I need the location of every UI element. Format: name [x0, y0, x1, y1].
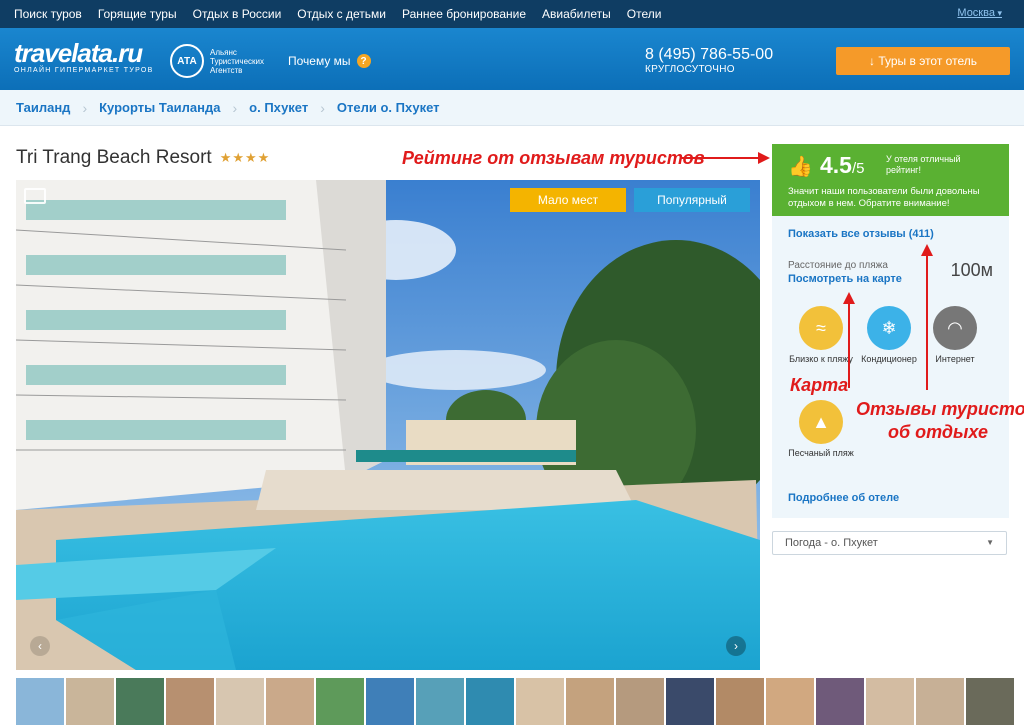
tours-to-hotel-button[interactable]: ↓ Туры в этот отель — [836, 47, 1010, 75]
nav-with-kids[interactable]: Отдых с детьми — [297, 7, 386, 21]
few-places-badge: Мало мест — [510, 188, 626, 212]
weather-select-label: Погода - о. Пхукет — [785, 537, 878, 549]
wifi-icon: ◠ — [933, 306, 977, 350]
annotation-arrow-map — [843, 292, 855, 388]
thumbnail[interactable] — [466, 678, 514, 725]
hotel-info-panel: Показать все отзывы (411) Расстояние до … — [772, 216, 1009, 518]
ata-logo: АТА Альянс Туристических Агентств — [170, 44, 272, 78]
annotation-arrow-rating — [680, 152, 770, 164]
thumbnail[interactable] — [366, 678, 414, 725]
rating-box: 👍 4.5/5 У отеля отличный рейтинг! Значит… — [772, 144, 1009, 216]
thumbnail[interactable] — [916, 678, 964, 725]
weather-select[interactable]: Погода - о. Пхукет ▼ — [772, 531, 1007, 555]
annotation-rating-text: Рейтинг от отзывам туристов — [402, 148, 705, 168]
nav-russia[interactable]: Отдых в России — [193, 7, 282, 21]
rating-value: 4.5 — [820, 152, 852, 178]
ata-circle: АТА — [170, 44, 204, 78]
phone-block: 8 (495) 786-55-00 КРУГЛОСУТОЧНО — [645, 46, 773, 75]
thumbnail[interactable] — [16, 678, 64, 725]
hotel-name: Tri Trang Beach Resort — [16, 147, 212, 168]
thumbnail[interactable] — [66, 678, 114, 725]
hotel-photo-gallery[interactable]: Мало мест Популярный ‹ › — [16, 180, 760, 670]
feature-sand-beach: ▲ Песчаный пляж — [786, 400, 856, 458]
nav-tour-search[interactable]: Поиск туров — [14, 7, 82, 21]
nav-flights[interactable]: Авиабилеты — [542, 7, 611, 21]
logo-name: travelata.ru — [14, 38, 143, 68]
beach-distance-label: Расстояние до пляжа — [788, 260, 888, 271]
chevron-right-icon: › — [320, 99, 325, 116]
thumbnail[interactable] — [766, 678, 814, 725]
fullscreen-icon[interactable] — [24, 188, 46, 204]
page-title: Tri Trang Beach Resort ★★★★ — [16, 147, 270, 169]
logo[interactable]: travelata.ru ОНЛАЙН ГИПЕРМАРКЕТ ТУРОВ — [14, 40, 154, 76]
swimmer-icon: ≈ — [799, 306, 843, 350]
thumbnail[interactable] — [316, 678, 364, 725]
thumbnail[interactable] — [216, 678, 264, 725]
next-photo-icon[interactable]: › — [726, 636, 746, 656]
breadcrumb-resorts[interactable]: Курорты Таиланда — [99, 100, 220, 115]
annotation-reviews-1: Отзывы туристов — [856, 399, 1024, 419]
breadcrumb-phuket-hotels[interactable]: Отели о. Пхукет — [337, 100, 440, 115]
thumbnail[interactable] — [566, 678, 614, 725]
feature-label: Кондиционер — [861, 354, 917, 364]
logo-subtitle: ОНЛАЙН ГИПЕРМАРКЕТ ТУРОВ — [14, 67, 154, 74]
thumbnail[interactable] — [416, 678, 464, 725]
why-us-label: Почему мы — [288, 54, 351, 68]
thumbnail[interactable] — [116, 678, 164, 725]
sand-icon: ▲ — [799, 400, 843, 444]
beach-distance-value: 100м — [950, 260, 993, 280]
star-rating: ★★★★ — [219, 150, 271, 165]
thumbnail[interactable] — [516, 678, 564, 725]
thumbnail[interactable] — [866, 678, 914, 725]
thumbnail[interactable] — [166, 678, 214, 725]
nav-hot-tours[interactable]: Горящие туры — [98, 7, 177, 21]
phone-number: 8 (495) 786-55-00 — [645, 46, 774, 63]
thumbnail[interactable] — [816, 678, 864, 725]
nav-hotels[interactable]: Отели — [627, 7, 662, 21]
ata-text: Альянс Туристических Агентств — [210, 47, 264, 75]
breadcrumb: Таиланд › Курорты Таиланда › о. Пхукет ›… — [0, 90, 1024, 126]
annotation-rating: Рейтинг от отзывам туристов — [402, 148, 705, 169]
thumbnail[interactable] — [666, 678, 714, 725]
rating-max: /5 — [851, 160, 865, 177]
top-nav-items: Поиск туров Горящие туры Отдых в России … — [0, 7, 677, 21]
chevron-right-icon: › — [232, 99, 238, 116]
annotation-reviews-2: об отдыхе — [888, 422, 988, 442]
phone-hours: КРУГЛОСУТОЧНО — [645, 64, 735, 75]
annotation-map: Карта — [790, 375, 849, 395]
thumbs-up-icon: 👍 — [788, 156, 813, 178]
site-header: travelata.ru ОНЛАЙН ГИПЕРМАРКЕТ ТУРОВ АТ… — [0, 28, 1024, 90]
breadcrumb-phuket[interactable]: о. Пхукет — [249, 100, 308, 115]
thumbnail[interactable] — [616, 678, 664, 725]
rating-description: Значит наши пользователи были довольны о… — [788, 186, 980, 209]
show-reviews-link[interactable]: Показать все отзывы (411) — [788, 228, 934, 240]
thumbnail[interactable] — [716, 678, 764, 725]
rating-score: 4.5/5 — [820, 152, 865, 179]
top-navigation: Поиск туров Горящие туры Отдых в России … — [0, 0, 1024, 28]
popular-badge: Популярный — [634, 188, 750, 212]
hotel-photo — [16, 180, 760, 670]
thumbnail[interactable] — [266, 678, 314, 725]
nav-early-booking[interactable]: Раннее бронирование — [402, 7, 526, 21]
feature-label: Песчаный пляж — [788, 448, 854, 458]
chevron-down-icon: ▼ — [986, 538, 994, 547]
hotel-details-link[interactable]: Подробнее об отеле — [788, 492, 899, 504]
photo-thumbnails — [16, 678, 1024, 725]
rating-verdict: У отеля отличный рейтинг! — [886, 154, 961, 175]
annotation-arrow-reviews — [921, 244, 933, 390]
chevron-right-icon: › — [82, 99, 88, 116]
snowflake-icon: ❄ — [867, 306, 911, 350]
breadcrumb-thailand[interactable]: Таиланд — [16, 100, 70, 115]
show-map-link[interactable]: Посмотреть на карте — [788, 273, 902, 285]
thumbnail[interactable] — [966, 678, 1014, 725]
question-icon: ? — [356, 54, 371, 68]
city-selector[interactable]: Москва — [957, 7, 1002, 19]
why-us-link[interactable]: Почему мы ? — [288, 54, 371, 68]
prev-photo-icon[interactable]: ‹ — [30, 636, 50, 656]
feature-ac: ❄ Кондиционер — [854, 306, 924, 364]
